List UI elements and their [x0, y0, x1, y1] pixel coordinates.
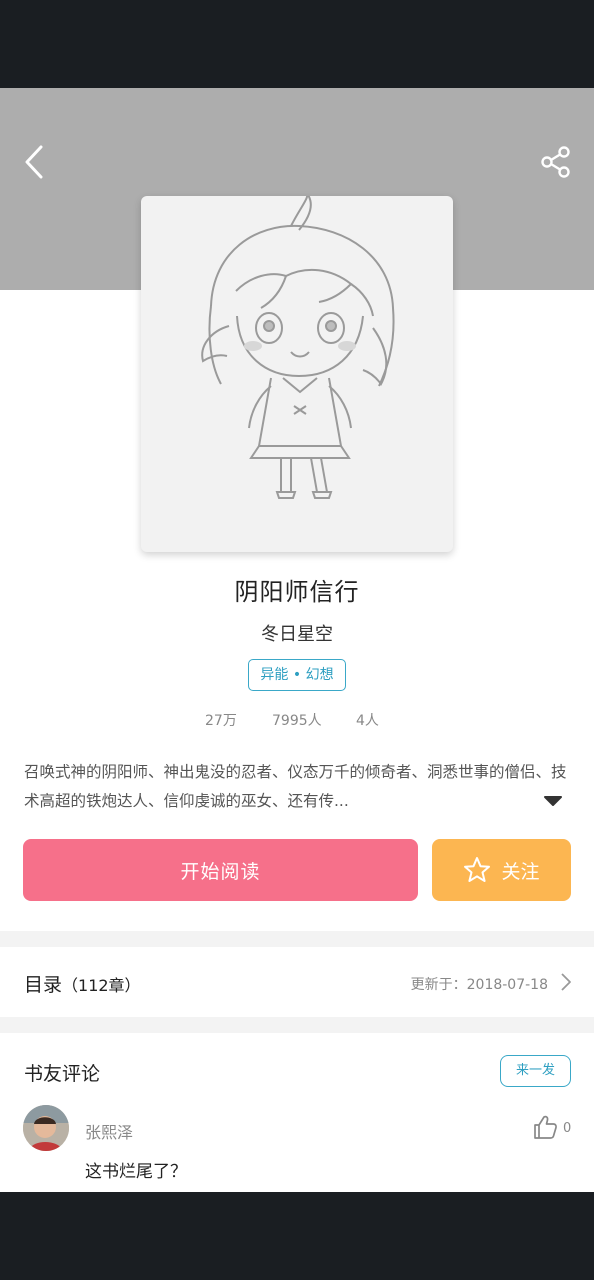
- comment-text: 这书烂尾了？: [85, 1162, 187, 1182]
- back-icon: [25, 145, 43, 179]
- toc-chapter-count: （112章）: [62, 976, 141, 995]
- star-icon: [464, 857, 491, 882]
- reader-count: 7995人: [272, 713, 322, 729]
- comment-username[interactable]: 张熙泽: [85, 1119, 133, 1143]
- follow-label: 关注: [501, 860, 540, 883]
- share-button[interactable]: [536, 142, 576, 182]
- toc-updated-date: 更新于：2018-07-18: [410, 977, 548, 993]
- thumbs-up-icon: [534, 1115, 557, 1139]
- start-reading-button[interactable]: 开始阅读: [23, 839, 418, 901]
- book-stats: 27万 7995人 4人: [0, 710, 594, 730]
- expand-description-button[interactable]: [543, 793, 563, 809]
- back-button[interactable]: [14, 140, 54, 184]
- comments-title: 书友评论: [24, 1063, 101, 1085]
- avatar-image: [23, 1105, 69, 1151]
- share-icon: [541, 146, 570, 178]
- expand-icon: [544, 796, 562, 806]
- table-of-contents-row[interactable]: 目录（112章） 更新于：2018-07-18: [0, 948, 594, 1018]
- toc-label: 目录: [24, 974, 63, 996]
- genre-tag[interactable]: 异能 • 幻想: [248, 659, 346, 691]
- section-divider: [0, 1017, 594, 1033]
- write-comment-button[interactable]: 来一发: [500, 1055, 571, 1087]
- section-divider: [0, 931, 594, 947]
- like-count: 0: [563, 1121, 572, 1136]
- book-description: 召唤式神的阴阳师、神出鬼没的忍者、仪态万千的倾奇者、洞悉世事的僧侣、技术高超的铁…: [24, 763, 567, 810]
- book-cover: [141, 196, 453, 552]
- follow-button[interactable]: 关注: [432, 839, 571, 901]
- bottom-bar: [0, 1192, 594, 1280]
- cover-illustration: [201, 196, 395, 499]
- status-bar: [0, 0, 594, 88]
- toc-title: 目录（112章）: [24, 970, 141, 997]
- avatar[interactable]: [23, 1105, 69, 1151]
- chevron-right-icon: [561, 973, 571, 991]
- follower-count: 4人: [356, 713, 379, 729]
- word-count: 27万: [205, 713, 237, 729]
- book-author[interactable]: 冬日星空: [0, 620, 594, 646]
- book-title: 阴阳师信行: [234, 578, 360, 606]
